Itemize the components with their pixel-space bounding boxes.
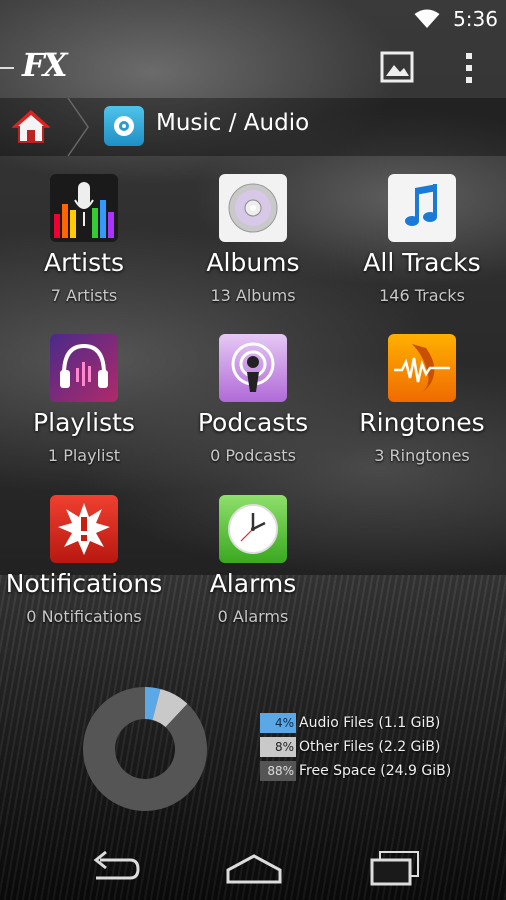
category-artists[interactable]: Artists 7 Artists bbox=[0, 174, 168, 324]
category-all-tracks[interactable]: All Tracks 146 Tracks bbox=[338, 174, 506, 324]
image-icon[interactable] bbox=[380, 50, 414, 84]
storage-legend: 4% Audio Files (1.1 GiB) 8% Other Files (2… bbox=[260, 712, 451, 784]
breadcrumb-separator-icon bbox=[67, 98, 89, 156]
category-podcasts[interactable]: Podcasts 0 Podcasts bbox=[169, 334, 337, 484]
breadcrumb: Music / Audio bbox=[0, 98, 506, 156]
home-icon[interactable] bbox=[12, 108, 50, 146]
app-logo[interactable]: FX bbox=[22, 46, 68, 84]
storage-donut-chart bbox=[82, 687, 207, 811]
category-count: 146 Tracks bbox=[379, 286, 465, 305]
legend-other-files: 8% Other Files (2.2 GiB) bbox=[260, 736, 451, 760]
artists-icon bbox=[50, 174, 118, 242]
category-albums[interactable]: Albums 13 Albums bbox=[169, 174, 337, 324]
music-note-icon bbox=[388, 174, 456, 242]
category-alarms[interactable]: Alarms 0 Alarms bbox=[169, 495, 337, 645]
wifi-icon bbox=[414, 9, 440, 28]
status-time: 5:36 bbox=[453, 7, 498, 31]
legend-audio-files: 4% Audio Files (1.1 GiB) bbox=[260, 712, 451, 736]
category-label: Alarms bbox=[209, 569, 297, 598]
category-count: 1 Playlist bbox=[47, 446, 121, 465]
category-count: 3 Ringtones bbox=[374, 446, 470, 465]
breadcrumb-label: Music / Audio bbox=[156, 110, 310, 136]
legend-label: Audio Files (1.1 GiB) bbox=[299, 714, 441, 731]
status-bar: 5:36 bbox=[0, 0, 506, 36]
donut-slice-2 bbox=[82, 687, 207, 811]
action-bar bbox=[0, 36, 506, 98]
drawer-indicator[interactable] bbox=[0, 67, 14, 69]
category-count: 7 Artists bbox=[50, 286, 118, 305]
category-label: Playlists bbox=[33, 408, 135, 437]
navigation-bar bbox=[0, 838, 506, 900]
music-folder-icon bbox=[104, 106, 144, 146]
legend-swatch: 4% bbox=[260, 712, 296, 733]
category-label: Notifications bbox=[5, 569, 163, 598]
category-ringtones[interactable]: Ringtones 3 Ringtones bbox=[338, 334, 506, 484]
category-label: Artists bbox=[44, 248, 124, 277]
home-nav-icon[interactable] bbox=[226, 848, 282, 888]
category-label: Podcasts bbox=[197, 408, 309, 437]
recents-icon[interactable] bbox=[368, 848, 424, 888]
legend-free-space: 88% Free Space (24.9 GiB) bbox=[260, 760, 451, 784]
headphones-icon bbox=[50, 334, 118, 402]
category-label: Albums bbox=[206, 248, 300, 277]
category-count: 0 Alarms bbox=[217, 607, 289, 626]
category-playlists[interactable]: Playlists 1 Playlist bbox=[0, 334, 168, 484]
legend-label: Other Files (2.2 GiB) bbox=[299, 738, 441, 755]
category-notifications[interactable]: Notifications 0 Notifications bbox=[0, 495, 168, 645]
category-count: 13 Albums bbox=[210, 286, 296, 305]
albums-icon bbox=[219, 174, 287, 242]
overflow-menu-icon[interactable] bbox=[458, 50, 480, 84]
back-icon[interactable] bbox=[86, 848, 142, 888]
legend-label: Free Space (24.9 GiB) bbox=[299, 762, 452, 779]
category-label: All Tracks bbox=[363, 248, 481, 277]
legend-swatch: 8% bbox=[260, 736, 296, 757]
category-count: 0 Podcasts bbox=[210, 446, 296, 465]
legend-swatch: 88% bbox=[260, 760, 296, 781]
notification-icon bbox=[50, 495, 118, 563]
ringtone-icon bbox=[388, 334, 456, 402]
alarm-clock-icon bbox=[219, 495, 287, 563]
category-label: Ringtones bbox=[359, 408, 485, 437]
category-count: 0 Notifications bbox=[26, 607, 142, 626]
podcast-icon bbox=[219, 334, 287, 402]
